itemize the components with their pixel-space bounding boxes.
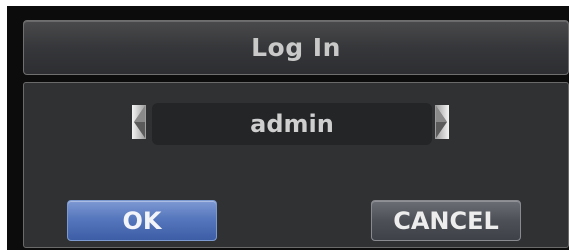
login-panel: admin OK CANCEL xyxy=(23,82,569,248)
arrow-left-icon[interactable] xyxy=(132,105,146,139)
login-dialog: Log In admin OK CANCEL xyxy=(7,6,569,250)
username-value: admin xyxy=(250,110,334,138)
username-selector[interactable]: admin xyxy=(152,103,432,145)
dialog-title: Log In xyxy=(251,33,341,62)
ok-button[interactable]: OK xyxy=(67,200,217,241)
arrow-right-icon[interactable] xyxy=(435,105,449,139)
title-bar: Log In xyxy=(23,20,569,75)
cancel-button[interactable]: CANCEL xyxy=(371,200,521,241)
